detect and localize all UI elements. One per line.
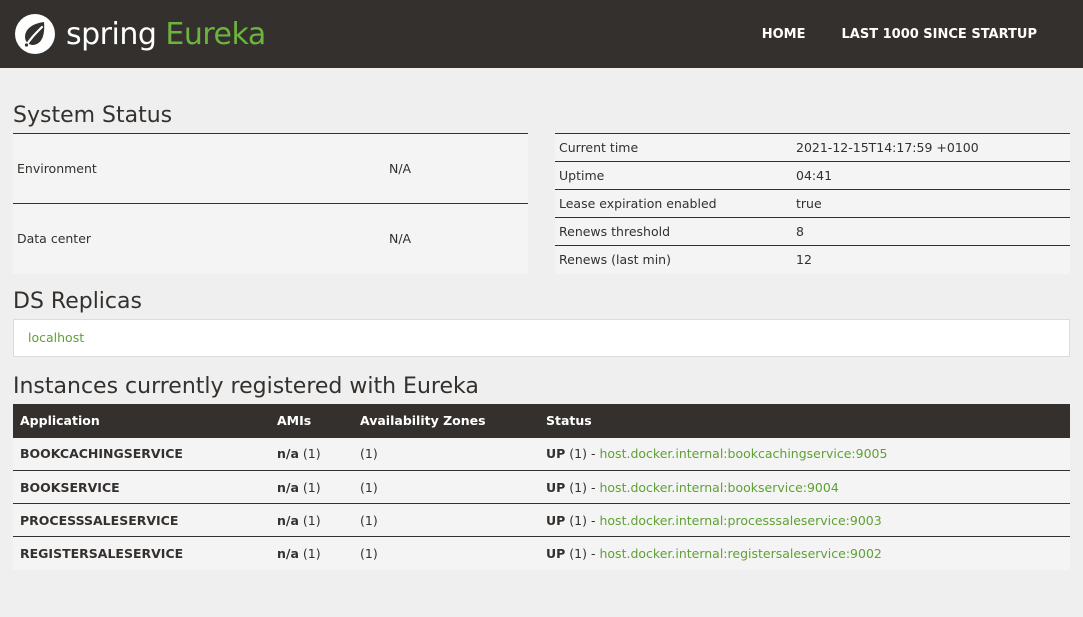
table-row: Renews (last min) 12 — [555, 245, 1070, 274]
column-header-status: Status — [539, 403, 1070, 438]
instances-title: Instances currently registered with Eure… — [13, 373, 479, 399]
lease-expiration-value: true — [792, 189, 1070, 218]
availability-zone-cell: (1) — [353, 536, 539, 570]
table-row: BOOKSERVICE n/a (1) (1) UP (1) - host.do… — [13, 470, 1070, 504]
data-center-label: Data center — [13, 203, 385, 274]
table-row: Renews threshold 8 — [555, 217, 1070, 246]
ami-label: n/a — [277, 512, 299, 528]
status-count: (1) - — [569, 512, 596, 528]
status-up: UP — [546, 545, 566, 561]
status-count: (1) - — [569, 545, 596, 561]
availability-zone-cell: (1) — [353, 470, 539, 504]
top-navbar: spring Eureka HOME LAST 1000 SINCE START… — [0, 0, 1083, 68]
system-status-left-table: Environment N/A Data center N/A — [13, 133, 528, 274]
ds-replicas-title: DS Replicas — [13, 288, 142, 314]
table-row: Current time 2021-12-15T14:17:59 +0100 — [555, 133, 1070, 162]
environment-label: Environment — [13, 133, 385, 204]
system-status-tables: Environment N/A Data center N/A Current … — [13, 133, 1070, 274]
status-up: UP — [546, 479, 566, 495]
application-name-text: BOOKCACHINGSERVICE — [20, 446, 183, 462]
environment-value: N/A — [385, 133, 528, 204]
main-content: System Status Environment N/A Data cente… — [0, 103, 1083, 570]
ami-count: (1) — [302, 512, 321, 528]
table-row: Environment N/A — [13, 133, 528, 204]
table-row: Data center N/A — [13, 203, 528, 274]
brand-text: spring Eureka — [66, 17, 266, 52]
column-header-application: Application — [13, 403, 270, 438]
table-row: Uptime 04:41 — [555, 161, 1070, 190]
current-time-value: 2021-12-15T14:17:59 +0100 — [792, 133, 1070, 162]
brand-eureka-text: Eureka — [165, 16, 266, 52]
current-time-label: Current time — [555, 133, 792, 162]
availability-zone-cell: (1) — [353, 503, 539, 537]
ami-count: (1) — [302, 479, 321, 495]
system-status-title: System Status — [13, 103, 173, 128]
renews-last-min-value: 12 — [792, 245, 1070, 274]
status-up: UP — [546, 512, 566, 528]
replica-link-localhost[interactable]: localhost — [28, 330, 84, 345]
status-up: UP — [546, 446, 566, 462]
application-name: REGISTERSALESERVICE — [13, 536, 270, 570]
status-cell: UP (1) - host.docker.internal:bookservic… — [539, 470, 1070, 504]
nav-home-link[interactable]: HOME — [744, 27, 824, 42]
ami-count: (1) — [302, 446, 321, 462]
application-name-text: REGISTERSALESERVICE — [20, 545, 184, 561]
table-row: PROCESSSALESERVICE n/a (1) (1) UP (1) - … — [13, 503, 1070, 537]
application-name-text: BOOKSERVICE — [20, 479, 120, 495]
application-name: BOOKSERVICE — [13, 470, 270, 504]
ami-label: n/a — [277, 446, 299, 462]
ami-cell: n/a (1) — [270, 503, 353, 537]
application-name: PROCESSSALESERVICE — [13, 503, 270, 537]
ami-label: n/a — [277, 479, 299, 495]
instance-link[interactable]: host.docker.internal:bookservice:9004 — [599, 480, 838, 495]
ds-replicas-list: localhost — [13, 318, 1070, 357]
nav-last-1000-link[interactable]: LAST 1000 SINCE STARTUP — [824, 27, 1038, 42]
table-row: REGISTERSALESERVICE n/a (1) (1) UP (1) -… — [13, 536, 1070, 570]
ami-cell: n/a (1) — [270, 470, 353, 504]
ami-count: (1) — [302, 545, 321, 561]
system-status-right-table: Current time 2021-12-15T14:17:59 +0100 U… — [555, 133, 1070, 274]
application-name-text: PROCESSSALESERVICE — [20, 512, 179, 528]
instance-link[interactable]: host.docker.internal:processsaleservice:… — [599, 513, 881, 528]
nav-links: HOME LAST 1000 SINCE STARTUP — [744, 27, 1069, 42]
uptime-label: Uptime — [555, 161, 792, 190]
renews-last-min-label: Renews (last min) — [555, 245, 792, 274]
ami-cell: n/a (1) — [270, 536, 353, 570]
table-row: Lease expiration enabled true — [555, 189, 1070, 218]
status-count: (1) - — [569, 446, 596, 462]
spring-leaf-logo-icon — [15, 14, 55, 54]
data-center-value: N/A — [385, 203, 528, 274]
column-header-availability-zones: Availability Zones — [353, 403, 539, 438]
availability-zone-cell: (1) — [353, 437, 539, 471]
ami-label: n/a — [277, 545, 299, 561]
brand[interactable]: spring Eureka — [14, 13, 266, 55]
status-cell: UP (1) - host.docker.internal:bookcachin… — [539, 437, 1070, 471]
status-cell: UP (1) - host.docker.internal:processsal… — [539, 503, 1070, 537]
uptime-value: 04:41 — [792, 161, 1070, 190]
instance-link[interactable]: host.docker.internal:bookcachingservice:… — [599, 446, 887, 461]
instance-link[interactable]: host.docker.internal:registersaleservice… — [599, 546, 881, 561]
brand-spring-text: spring — [66, 16, 157, 52]
renews-threshold-value: 8 — [792, 217, 1070, 246]
table-header-row: Application AMIs Availability Zones Stat… — [13, 403, 1070, 438]
instances-table: Application AMIs Availability Zones Stat… — [13, 403, 1070, 570]
column-header-amis: AMIs — [270, 403, 353, 438]
table-row: BOOKCACHINGSERVICE n/a (1) (1) UP (1) - … — [13, 437, 1070, 471]
renews-threshold-label: Renews threshold — [555, 217, 792, 246]
ami-cell: n/a (1) — [270, 437, 353, 471]
status-cell: UP (1) - host.docker.internal:registersa… — [539, 536, 1070, 570]
application-name: BOOKCACHINGSERVICE — [13, 437, 270, 471]
status-count: (1) - — [569, 479, 596, 495]
lease-expiration-label: Lease expiration enabled — [555, 189, 792, 218]
